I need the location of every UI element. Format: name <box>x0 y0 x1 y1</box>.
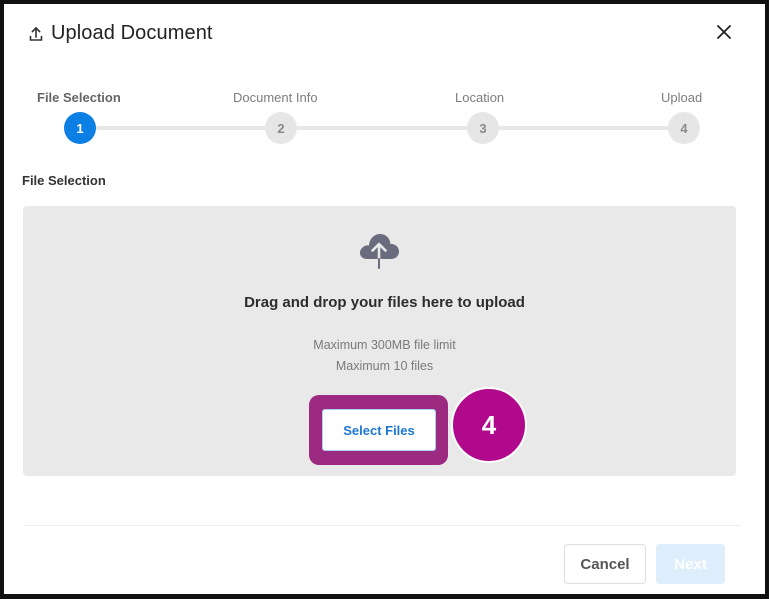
dropzone-title: Drag and drop your files here to upload <box>244 294 525 311</box>
file-count-limit: Maximum 10 files <box>335 359 434 373</box>
section-label: File Selection <box>22 173 106 188</box>
stepper-track <box>80 126 685 130</box>
next-button[interactable]: Next <box>656 544 725 584</box>
step-circle-2: 2 <box>265 112 297 144</box>
step-circle-4: 4 <box>668 112 700 144</box>
upload-icon <box>29 26 43 42</box>
step-circle-1: 1 <box>64 112 96 144</box>
step-circle-3: 3 <box>467 112 499 144</box>
close-icon <box>716 24 732 45</box>
dialog-title: Upload Document <box>51 22 213 44</box>
select-files-button[interactable]: Select Files <box>322 409 436 451</box>
file-size-limit: Maximum 300MB file limit <box>313 338 456 352</box>
step-label-upload: Upload <box>661 90 703 105</box>
step-label-document-info: Document Info <box>233 90 318 105</box>
footer-divider <box>23 525 741 526</box>
cloud-upload-icon <box>357 229 401 271</box>
dialog-header: Upload Document <box>29 22 213 45</box>
step-label-location: Location <box>455 90 505 105</box>
annotation-step-badge: 4 <box>451 387 527 463</box>
cancel-button[interactable]: Cancel <box>564 544 646 584</box>
close-button[interactable] <box>712 22 736 46</box>
stepper: File Selection 1 Document Info 2 Locatio… <box>0 88 769 148</box>
step-label-file-selection: File Selection <box>37 90 121 105</box>
